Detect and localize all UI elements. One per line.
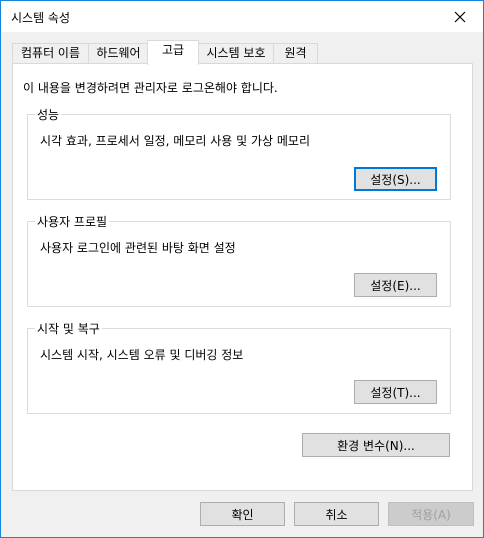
ok-button[interactable]: 확인 <box>200 502 285 526</box>
performance-title: 성능 <box>35 106 62 123</box>
system-properties-window: 시스템 속성 컴퓨터 이름 하드웨어 고급 시스템 보호 원격 이 내용을 변경… <box>0 0 484 538</box>
tab-hardware[interactable]: 하드웨어 <box>88 43 149 64</box>
user-profile-settings-button[interactable]: 설정(E)... <box>354 273 437 297</box>
admin-notice: 이 내용을 변경하려면 관리자로 로그온해야 합니다. <box>23 81 278 95</box>
cancel-button[interactable]: 취소 <box>294 502 379 526</box>
tab-system-protection[interactable]: 시스템 보호 <box>198 43 274 64</box>
tab-computer-name[interactable]: 컴퓨터 이름 <box>12 43 89 64</box>
user-profile-title: 사용자 프로필 <box>35 213 110 230</box>
tab-advanced[interactable]: 고급 <box>147 40 199 65</box>
window-title: 시스템 속성 <box>11 11 71 25</box>
apply-button[interactable]: 적용(A) <box>388 502 474 526</box>
close-button[interactable] <box>437 1 483 32</box>
performance-settings-button[interactable]: 설정(S)... <box>354 167 437 191</box>
startup-recovery-title: 시작 및 복구 <box>35 320 102 337</box>
startup-recovery-description: 시스템 시작, 시스템 오류 및 디버깅 정보 <box>40 348 244 362</box>
user-profile-description: 사용자 로그인에 관련된 바탕 화면 설정 <box>40 241 236 255</box>
performance-description: 시각 효과, 프로세서 일정, 메모리 사용 및 가상 메모리 <box>40 134 310 148</box>
title-bar: 시스템 속성 <box>1 1 483 32</box>
environment-variables-button[interactable]: 환경 변수(N)... <box>302 433 450 457</box>
tab-remote[interactable]: 원격 <box>273 43 318 64</box>
startup-recovery-settings-button[interactable]: 설정(T)... <box>354 380 437 404</box>
close-icon <box>454 11 466 22</box>
